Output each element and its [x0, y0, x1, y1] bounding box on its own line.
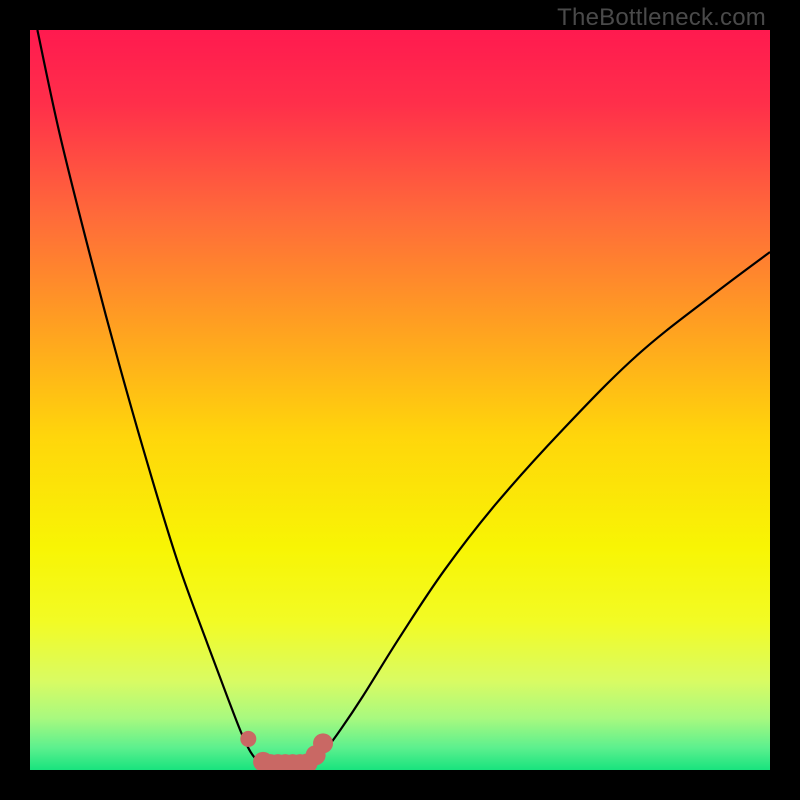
watermark-text: TheBottleneck.com — [557, 4, 766, 32]
marker-dot — [313, 733, 333, 753]
right-curve — [304, 252, 770, 767]
chart-frame — [30, 30, 770, 770]
marker-dot — [240, 731, 256, 747]
left-curve — [37, 30, 274, 767]
bottom-markers — [240, 731, 333, 770]
chart-curves — [30, 30, 770, 770]
